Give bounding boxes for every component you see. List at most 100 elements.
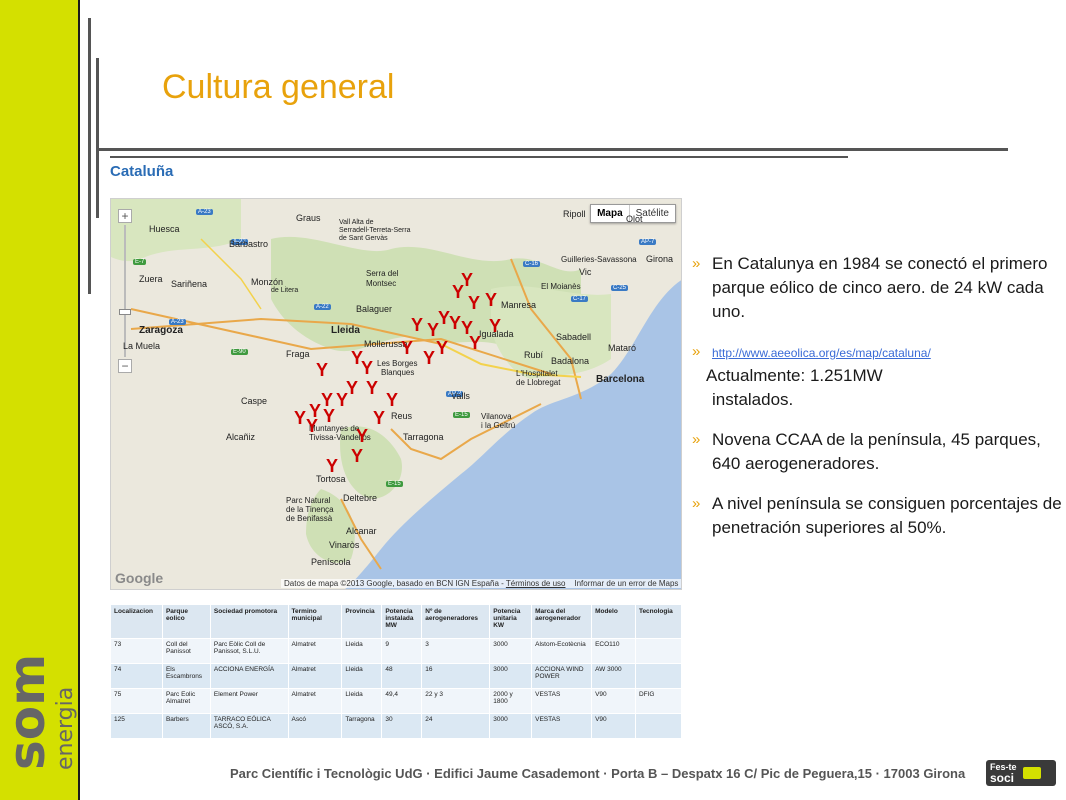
zoom-in-button[interactable]: + (118, 209, 132, 223)
city-label: Zuera (139, 274, 163, 284)
table-cell: 48 (381, 663, 423, 689)
city-label: Barcelona (596, 374, 645, 385)
city-label: Zaragoza (139, 325, 183, 336)
wind-turbine-marker[interactable]: Y (452, 283, 464, 301)
city-label: Vinaròs (329, 540, 360, 550)
table-cell: 3 (421, 638, 491, 664)
bullet-item: Actualmente: 1.251MW instalados. (692, 364, 1062, 412)
wind-turbine-marker[interactable]: Y (468, 294, 480, 312)
road-label: C-25 (611, 285, 629, 291)
table-row: 74 Els Escambrons ACCIONA ENERGÍA Almatr… (110, 663, 683, 689)
city-label: Serra del (366, 269, 399, 278)
table-cell: 3000 (489, 663, 533, 689)
table-cell: Els Escambrons (161, 663, 211, 689)
city-label: El Moianès (541, 282, 581, 291)
wind-turbine-marker[interactable]: Y (436, 339, 448, 357)
wind-turbine-marker[interactable]: Y (361, 359, 373, 377)
table-cell: 22 y 3 (421, 688, 491, 714)
bullet-marker: » (692, 431, 701, 448)
table-cell: Ascó (287, 713, 343, 739)
table-header-cell: Parque eolico (161, 604, 211, 639)
city-label: Alcanar (346, 526, 377, 536)
table-cell (634, 713, 683, 739)
table-cell: DFIG (634, 688, 683, 714)
decor-line (110, 156, 848, 158)
table-cell: V90 (591, 688, 636, 714)
map-attribution-text: Datos de mapa ©2013 Google, basado en BC… (284, 579, 504, 588)
map-type-map-button[interactable]: Mapa (591, 205, 630, 222)
brand-sidebar: som energia (0, 0, 80, 800)
city-label: Graus (296, 213, 321, 223)
table-header-cell: Modelo (591, 604, 636, 639)
wind-turbine-marker[interactable]: Y (336, 391, 348, 409)
wind-turbine-marker[interactable]: Y (366, 379, 378, 397)
table-cell: Lleida (341, 663, 383, 689)
terms-of-use-link[interactable]: Términos de uso (506, 579, 566, 588)
bullet-item: » Novena CCAA de la península, 45 parque… (692, 428, 1062, 476)
city-label: Mataró (608, 343, 637, 353)
table-cell: 3000 (489, 713, 533, 739)
wind-turbine-marker[interactable]: Y (485, 291, 497, 309)
table-header-cell: Sociedad promotora (209, 604, 289, 639)
city-label: Peníscola (311, 557, 351, 567)
wind-turbine-marker[interactable]: Y (351, 447, 363, 465)
bullet-text: Novena CCAA de la península, 45 parques,… (712, 430, 1041, 473)
wind-turbine-marker[interactable]: Y (489, 317, 501, 335)
wind-turbine-marker[interactable]: Y (306, 417, 318, 435)
join-badge[interactable]: Fes-te soci (986, 760, 1056, 786)
badge-line: soci (990, 770, 1015, 785)
road-label: C-17 (571, 296, 589, 302)
city-label: Tarragona (403, 432, 444, 442)
city-label: Olot (626, 214, 643, 224)
bullet-list: » En Catalunya en 1984 se conectó el pri… (692, 252, 1062, 556)
aeeolica-link[interactable]: http://www.aeeolica.org/es/map/cataluna/ (712, 346, 931, 360)
city-label: Blanques (381, 368, 415, 377)
table-row: 73 Coll del Panissot Parc Eòlic Coll de … (110, 638, 683, 664)
wind-turbine-marker[interactable]: Y (386, 391, 398, 409)
table-cell: Barbers (161, 713, 211, 739)
table-cell: AW 3000 (591, 663, 636, 689)
wind-turbine-marker[interactable]: Y (373, 409, 385, 427)
wind-turbine-marker[interactable]: Y (469, 334, 481, 352)
table-cell: VESTAS (531, 688, 593, 714)
bullet-marker: » (692, 495, 701, 512)
bullet-item: » En Catalunya en 1984 se conectó el pri… (692, 252, 1062, 324)
wind-turbine-marker[interactable]: Y (449, 314, 461, 332)
city-label: Valls (451, 391, 470, 401)
table-cell: Almatret (287, 688, 343, 714)
city-label: Serradell-Terreta-Serra (339, 227, 411, 234)
bullet-item: » http://www.aeeolica.org/es/map/catalun… (692, 340, 1062, 364)
bullet-marker: » (692, 343, 701, 360)
table-row: 125 Barbers TARRACO EÓLICA ASCÓ, S.A. As… (110, 713, 683, 739)
wind-turbine-marker[interactable]: Y (427, 321, 439, 339)
city-label: Vic (579, 267, 592, 277)
wind-turbine-marker[interactable]: Y (323, 407, 335, 425)
zoom-slider-handle[interactable] (119, 309, 131, 315)
wind-turbine-marker[interactable]: Y (326, 457, 338, 475)
wind-turbine-marker[interactable]: Y (294, 409, 306, 427)
wind-turbine-marker[interactable]: Y (356, 427, 368, 445)
table-cell (634, 663, 683, 689)
table-cell: Parc Eòlic Coll de Panissot, S.L.U. (209, 638, 289, 664)
city-label: Badalona (551, 356, 590, 366)
map-view[interactable]: Mapa Satélite + − A-23 A-22 E-7 C-16 C-1… (110, 198, 682, 590)
wind-turbine-marker[interactable]: Y (316, 361, 328, 379)
map-attribution: Datos de mapa ©2013 Google, basado en BC… (281, 579, 681, 588)
table-cell: ECO110 (591, 638, 636, 664)
zoom-slider-track[interactable] (124, 225, 126, 357)
city-label: Girona (646, 254, 674, 264)
table-header-cell: Potencia unitaria KW (489, 604, 533, 639)
table-header-cell: Potencia instalada MW (381, 604, 423, 639)
table-cell: 3000 (489, 638, 533, 664)
wind-turbine-marker[interactable]: Y (423, 349, 435, 367)
report-error-link[interactable]: Informar de un error de Maps (574, 579, 678, 588)
zoom-out-button[interactable]: − (118, 359, 132, 373)
wind-turbine-marker[interactable]: Y (401, 339, 413, 357)
wind-turbine-marker[interactable]: Y (411, 316, 423, 334)
bullet-text: instalados. (712, 390, 794, 409)
table-cell: 30 (381, 713, 423, 739)
bullet-text: En Catalunya en 1984 se conectó el prime… (712, 254, 1048, 321)
city-label: de la Tinença (286, 505, 334, 514)
table-cell: 75 (110, 688, 163, 714)
city-label: Vilanova (481, 412, 512, 421)
